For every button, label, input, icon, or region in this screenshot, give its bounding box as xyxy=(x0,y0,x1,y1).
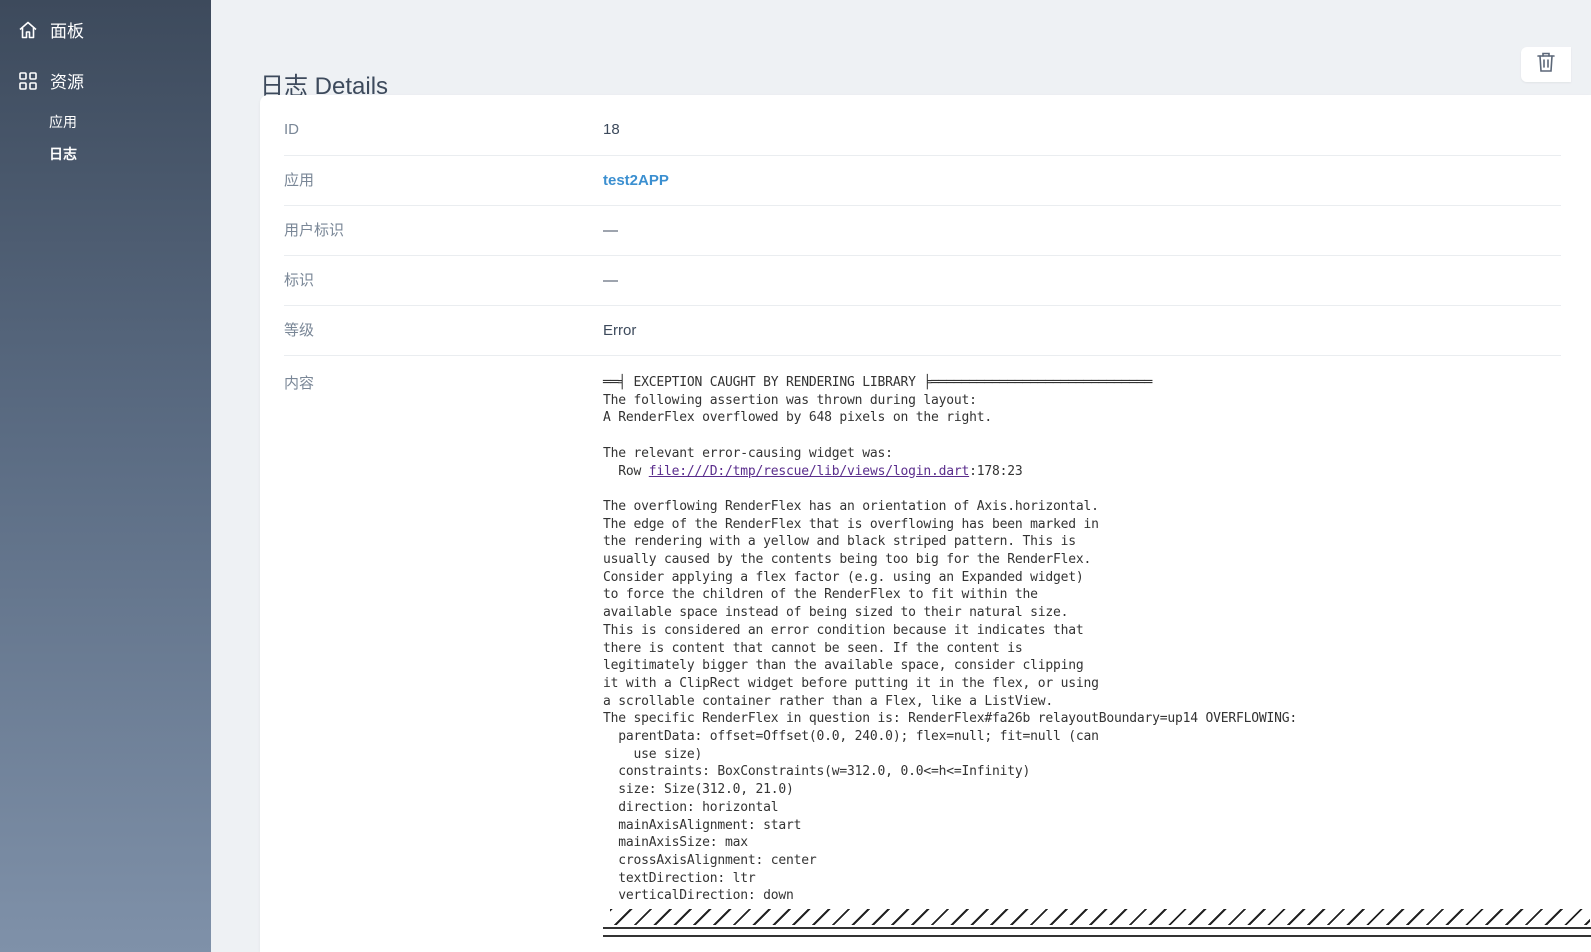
detail-row-level: 等级 Error xyxy=(284,306,1561,356)
sidebar-item-resources-label: 资源 xyxy=(50,73,84,92)
sidebar-item-resources[interactable]: 资源 xyxy=(18,68,84,93)
main-content: 日志 Details ID 18 应用 test2APP 用户标识 — 标识 —… xyxy=(211,0,1591,952)
sidebar-item-dashboard[interactable]: 面板 xyxy=(18,17,84,42)
log-footer-divider xyxy=(603,927,1591,937)
app-root: 面板 资源 应用 日志 日志 Details ID 18 应用 test2APP… xyxy=(0,0,1591,952)
log-line: The relevant error-causing widget was: xyxy=(603,445,893,461)
detail-label: 用户标识 xyxy=(284,222,345,239)
sidebar-item-dashboard-label: 面板 xyxy=(50,22,84,41)
log-line: A RenderFlex overflowed by 648 pixels on… xyxy=(603,410,992,426)
sidebar-item-apps[interactable]: 应用 xyxy=(49,112,77,132)
log-content: ══╡ EXCEPTION CAUGHT BY RENDERING LIBRAR… xyxy=(603,374,1297,905)
trash-icon xyxy=(1536,51,1556,78)
home-icon xyxy=(18,20,38,40)
detail-row-id: ID 18 xyxy=(284,105,1561,156)
detail-value: — xyxy=(603,272,618,289)
grid-icon xyxy=(18,71,38,91)
log-file-suffix: :178:23 xyxy=(969,463,1023,479)
detail-label: 内容 xyxy=(284,375,315,392)
detail-label: 等级 xyxy=(284,322,315,339)
file-link[interactable]: file:///D:/tmp/rescue/lib/views/login.da… xyxy=(649,464,970,479)
log-line: The following assertion was thrown durin… xyxy=(603,392,977,408)
detail-row-user-id: 用户标识 — xyxy=(284,206,1561,256)
log-header-line: ══╡ EXCEPTION CAUGHT BY RENDERING LIBRAR… xyxy=(603,375,1153,390)
sidebar-item-logs[interactable]: 日志 xyxy=(49,144,77,164)
detail-label: 标识 xyxy=(284,272,315,289)
detail-label: 应用 xyxy=(284,172,315,189)
log-body: The overflowing RenderFlex has an orient… xyxy=(603,498,1298,904)
detail-value: — xyxy=(603,222,618,239)
delete-button[interactable] xyxy=(1521,47,1571,82)
overflow-stripe-pattern xyxy=(610,909,1590,925)
detail-row-content: 内容 ══╡ EXCEPTION CAUGHT BY RENDERING LIB… xyxy=(284,357,1591,952)
detail-value: Error xyxy=(603,322,637,339)
log-widget-prefix: Row xyxy=(603,463,649,479)
sidebar: 面板 资源 应用 日志 xyxy=(0,0,211,952)
detail-row-identifier: 标识 — xyxy=(284,256,1561,306)
detail-value: 18 xyxy=(603,121,620,138)
app-link[interactable]: test2APP xyxy=(603,156,669,205)
detail-row-app: 应用 test2APP xyxy=(284,156,1561,206)
details-card: ID 18 应用 test2APP 用户标识 — 标识 — 等级 Error 内… xyxy=(260,95,1591,952)
detail-label: ID xyxy=(284,121,299,138)
